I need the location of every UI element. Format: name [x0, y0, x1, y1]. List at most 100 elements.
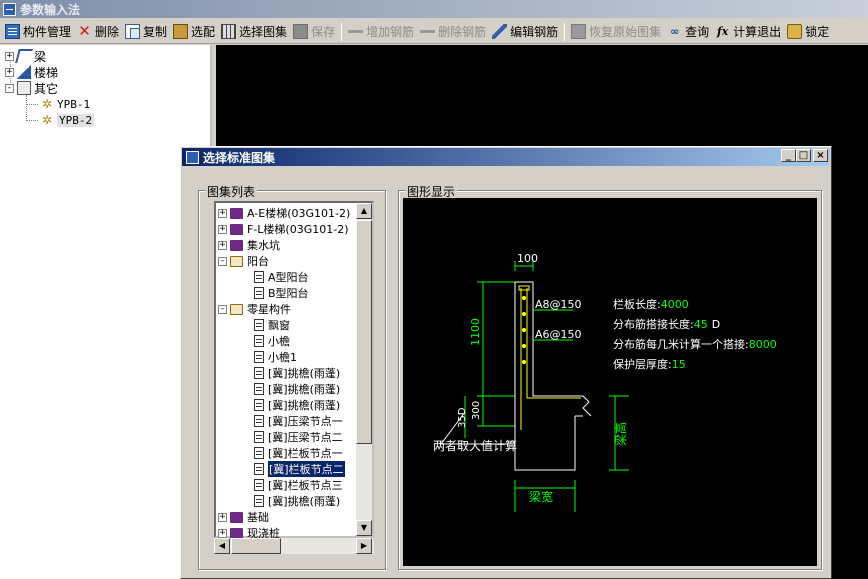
list-item[interactable]: [冀]挑檐(雨蓬)	[254, 397, 340, 413]
copy-button[interactable]: 复制	[122, 22, 170, 42]
list-item[interactable]: [冀]挑檐(雨蓬)	[254, 365, 340, 381]
scroll-thumb[interactable]	[231, 538, 281, 554]
minimize-button[interactable]: _	[781, 149, 796, 162]
delete-rebar-button[interactable]: 删除钢筋	[417, 22, 489, 42]
window-title: 参数输入法	[20, 2, 81, 17]
document-icon	[254, 399, 264, 411]
expand-icon[interactable]: +	[218, 224, 227, 234]
param-value[interactable]: 15	[672, 358, 686, 371]
list-item-label: 集水坑	[247, 239, 280, 252]
document-icon	[254, 463, 264, 475]
document-icon	[254, 287, 264, 299]
catalog-horizontal-scrollbar[interactable]: ◀ ▶	[214, 538, 374, 554]
collapse-icon[interactable]: -	[218, 304, 227, 314]
param-value[interactable]: 4000	[661, 298, 689, 311]
list-item-label: [冀]栏板节点一	[268, 447, 343, 460]
binoculars-icon: ∞	[670, 25, 680, 38]
list-item[interactable]: 小檐	[254, 333, 290, 349]
component-manage-button[interactable]: 构件管理	[2, 22, 74, 42]
tree-node-ypb2[interactable]: ✲ YPB-2	[40, 112, 95, 128]
document-icon	[254, 319, 264, 331]
calc-exit-button[interactable]: fx 计算退出	[712, 22, 784, 42]
restore-atlas-button[interactable]: 恢复原始图集	[568, 22, 664, 42]
catalog-vertical-scrollbar[interactable]: ▲ ▼	[356, 203, 372, 536]
main-title-bar: 参数输入法	[0, 0, 868, 18]
list-item-selected[interactable]: [冀]栏板节点二	[254, 461, 345, 477]
save-label: 保存	[311, 25, 336, 39]
list-item[interactable]: + 集水坑	[218, 237, 280, 253]
expand-icon[interactable]: +	[5, 51, 14, 61]
list-item[interactable]: [冀]栏板节点一	[254, 445, 343, 461]
list-item-label: 飘窗	[268, 319, 290, 332]
param-value[interactable]: 8000	[749, 338, 777, 351]
expand-icon[interactable]: +	[218, 208, 227, 218]
expand-icon[interactable]: +	[218, 528, 227, 538]
tree-node-ypb1[interactable]: ✲ YPB-1	[40, 96, 90, 112]
expand-icon[interactable]: +	[218, 512, 227, 522]
save-icon	[293, 24, 309, 39]
list-item-label: [冀]挑檐(雨蓬)	[268, 383, 341, 396]
list-item[interactable]: B型阳台	[254, 285, 309, 301]
query-button[interactable]: ∞ 查询	[664, 22, 712, 42]
close-button[interactable]: ×	[813, 149, 828, 162]
scroll-thumb[interactable]	[356, 220, 372, 444]
select-fit-label: 选配	[191, 25, 216, 39]
scroll-right-icon[interactable]: ▶	[356, 538, 372, 554]
list-item-label: B型阳台	[268, 287, 309, 300]
expand-icon[interactable]: +	[218, 240, 227, 250]
dim-lower-label: 300	[471, 401, 482, 420]
save-button[interactable]: 保存	[290, 22, 338, 42]
expand-icon[interactable]: +	[5, 67, 14, 77]
list-item[interactable]: 飘窗	[254, 317, 290, 333]
tree-label: YPB-2	[57, 113, 95, 127]
list-item[interactable]: [冀]压梁节点二	[254, 429, 343, 445]
list-item-label: [冀]栏板节点三	[268, 479, 343, 492]
collapse-icon[interactable]: -	[5, 83, 14, 93]
scroll-down-icon[interactable]: ▼	[356, 520, 372, 536]
document-icon	[254, 447, 264, 459]
beam-height-label: 梁高	[613, 422, 628, 446]
collapse-icon[interactable]: -	[218, 256, 227, 266]
toolbar-separator	[564, 22, 566, 41]
copy-icon	[125, 24, 141, 39]
edit-rebar-icon	[492, 24, 508, 39]
list-item[interactable]: - 零星构件	[218, 301, 291, 317]
catalog-list[interactable]: + A-E楼梯(03G101-2) + F-L楼梯(03G101-2) + 集水…	[214, 201, 374, 540]
list-item[interactable]: A型阳台	[254, 269, 309, 285]
rebar2-label: A6@150	[535, 328, 582, 341]
app-icon	[3, 2, 16, 16]
list-item[interactable]: 小檐1	[254, 349, 297, 365]
list-item[interactable]: [冀]压梁节点一	[254, 413, 343, 429]
list-item[interactable]: + 基础	[218, 509, 269, 525]
tree-node-other[interactable]: - 其它	[5, 80, 58, 96]
tree-node-beam[interactable]: + 梁	[5, 48, 46, 64]
tree-node-stair[interactable]: + 楼梯	[5, 64, 58, 80]
delete-button[interactable]: ✕ 删除	[74, 22, 122, 42]
dialog-title-bar[interactable]: 选择标准图集	[182, 148, 830, 166]
book-icon	[230, 527, 243, 539]
list-item[interactable]: [冀]挑檐(雨蓬)	[254, 381, 340, 397]
document-icon	[254, 367, 264, 379]
document-icon	[254, 431, 264, 443]
catalog-group-label: 图集列表	[205, 183, 258, 200]
param-lap-length: 分布筋搭接长度:45 D	[613, 317, 720, 331]
list-item[interactable]: - 阳台	[218, 253, 269, 269]
list-item[interactable]: + F-L楼梯(03G101-2)	[218, 221, 349, 237]
list-item[interactable]: [冀]挑檐(雨蓬)	[254, 493, 340, 509]
param-value[interactable]: 45	[694, 318, 708, 331]
query-label: 查询	[685, 25, 710, 39]
list-item[interactable]: + A-E楼梯(03G101-2)	[218, 205, 350, 221]
lock-button[interactable]: 锁定	[784, 22, 832, 42]
scroll-up-icon[interactable]: ▲	[356, 203, 372, 219]
add-rebar-button[interactable]: 增加钢筋	[345, 22, 417, 42]
rebar1-label: A8@150	[535, 298, 582, 311]
maximize-button[interactable]: □	[796, 149, 811, 162]
param-cover-thickness: 保护层厚度:15	[613, 357, 686, 371]
list-item[interactable]: [冀]栏板节点三	[254, 477, 343, 493]
scroll-left-icon[interactable]: ◀	[214, 538, 230, 554]
delete-rebar-label: 删除钢筋	[438, 25, 487, 39]
edit-rebar-button[interactable]: 编辑钢筋	[489, 22, 561, 42]
book-icon	[230, 239, 243, 251]
select-atlas-button[interactable]: 选择图集	[218, 22, 290, 42]
select-fit-button[interactable]: 选配	[170, 22, 218, 42]
